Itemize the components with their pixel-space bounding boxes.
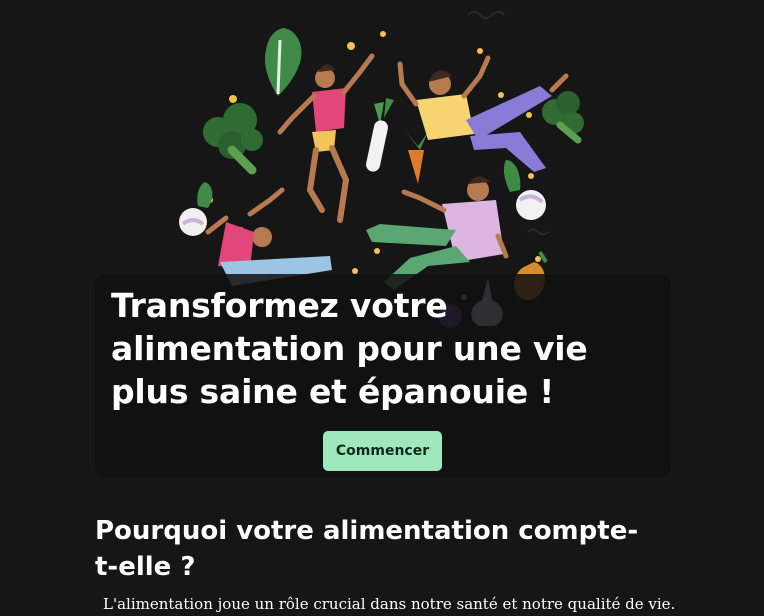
person-illustration [397, 55, 569, 172]
carrot-icon [406, 132, 428, 184]
section-heading: Pourquoi votre alimentation compte-t-ell… [95, 516, 639, 582]
broccoli-icon [542, 91, 584, 144]
hero-title: Transformez votre alimentation pour une … [111, 286, 588, 411]
broccoli-icon [203, 103, 263, 175]
leek-icon [366, 98, 394, 172]
start-button[interactable]: Commencer [323, 431, 442, 471]
section-paragraph: L'alimentation joue un rôle crucial dans… [103, 595, 676, 613]
person-illustration [366, 176, 509, 290]
turnip-icon [179, 182, 213, 236]
person-illustration [205, 187, 332, 286]
leafy-green-icon [264, 28, 302, 96]
person-illustration [277, 53, 375, 223]
